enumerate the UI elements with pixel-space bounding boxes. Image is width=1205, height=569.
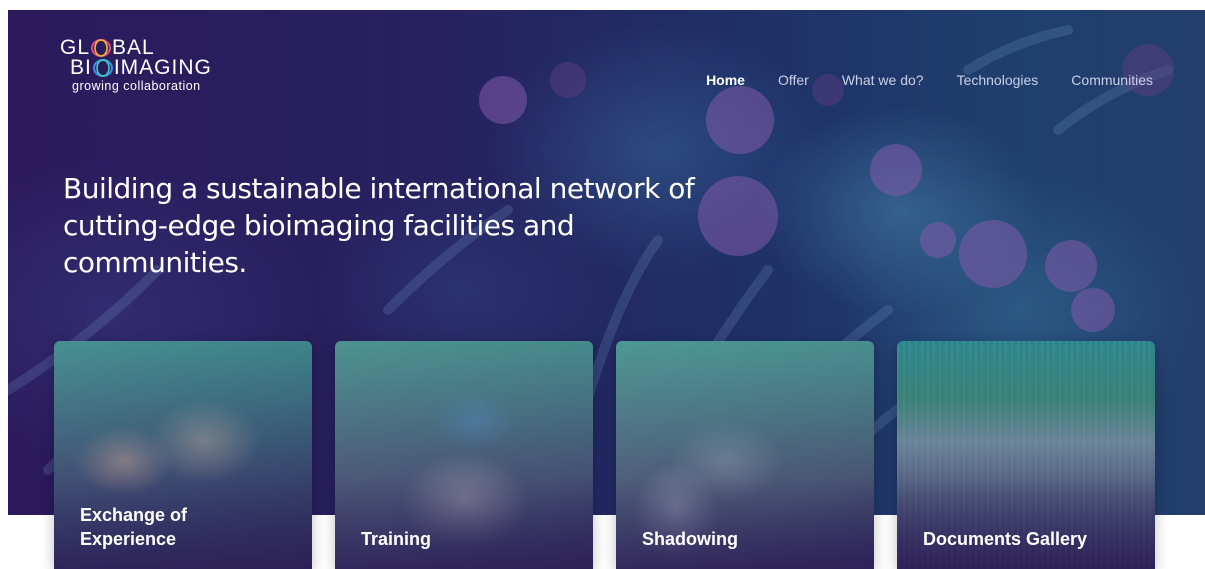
- card-training[interactable]: Training: [335, 341, 593, 569]
- nav-communities[interactable]: Communities: [1071, 72, 1153, 88]
- card-title: Documents Gallery: [923, 529, 1088, 549]
- logo-ring-icon: [91, 39, 112, 58]
- global-bioimaging-logo[interactable]: GL BAL BI IMAGING growing collaboration: [60, 36, 212, 93]
- nav-home[interactable]: Home: [706, 72, 745, 88]
- card-exchange-of-experience[interactable]: Exchange of Experience: [54, 341, 312, 569]
- hero-headline: Building a sustainable international net…: [63, 172, 695, 279]
- card-shadowing[interactable]: Shadowing: [616, 341, 874, 569]
- logo-line-2: BI IMAGING: [70, 56, 212, 79]
- card-title: Training: [361, 529, 432, 549]
- card-title: Exchange of Experience: [80, 505, 188, 549]
- nav-what-we-do[interactable]: What we do?: [842, 72, 924, 88]
- card-documents-gallery[interactable]: Documents Gallery: [897, 341, 1155, 569]
- logo-tagline: growing collaboration: [72, 79, 201, 93]
- nav-technologies[interactable]: Technologies: [957, 72, 1039, 88]
- main-nav: Home Offer What we do? Technologies Comm…: [673, 72, 1153, 88]
- logo-line-1: GL BAL: [60, 36, 155, 59]
- nav-offer[interactable]: Offer: [778, 72, 809, 88]
- card-title: Shadowing: [642, 529, 738, 549]
- logo-ring-icon-2: [92, 59, 113, 78]
